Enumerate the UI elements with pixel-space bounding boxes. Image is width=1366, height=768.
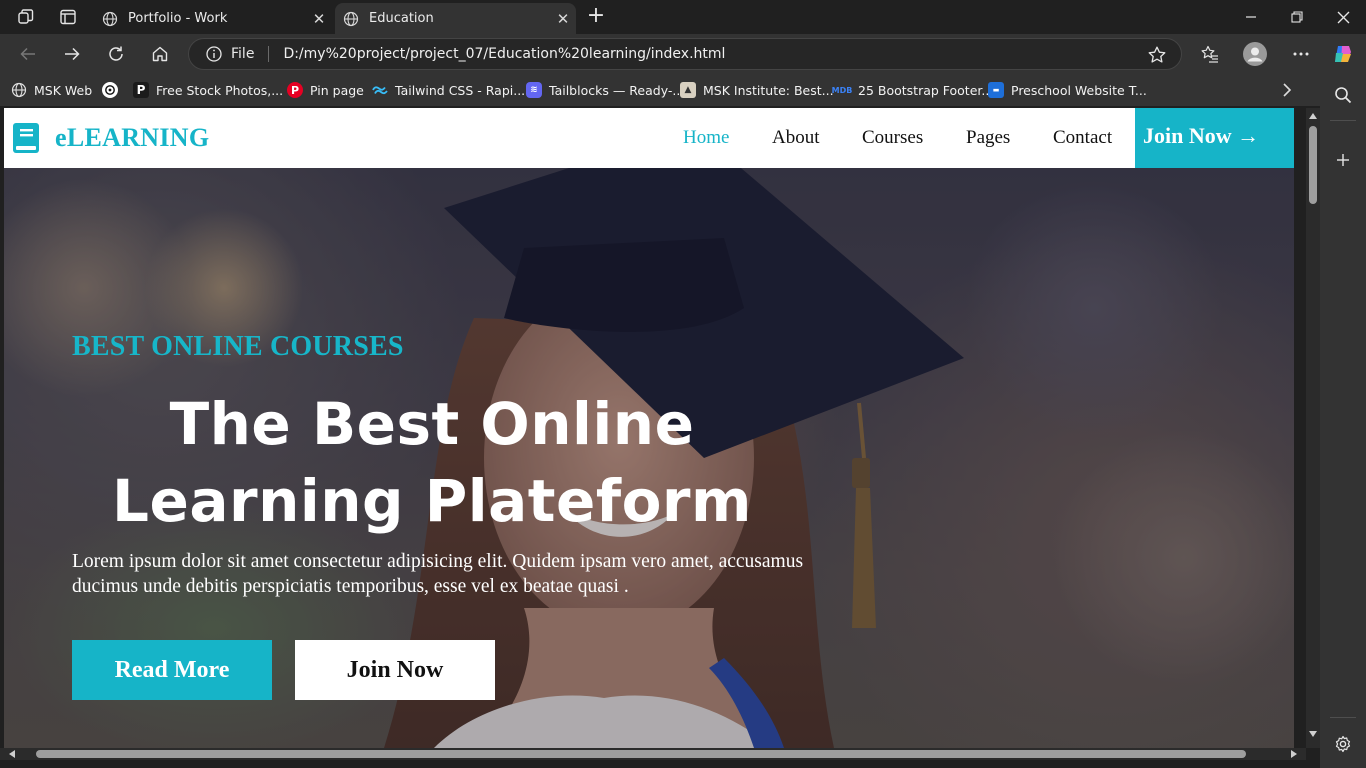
hero-title-line: Learning Plateform	[112, 467, 752, 535]
bookmark-label: MSK Institute: Best...	[703, 82, 834, 98]
profile-avatar[interactable]	[1243, 42, 1267, 66]
bookmark-tailwind[interactable]: Tailwind CSS - Rapi...	[372, 81, 525, 99]
scheme-label: File	[231, 46, 255, 62]
bookmark-msk-web[interactable]: MSK Web	[11, 81, 92, 99]
hero-title: The Best Online Learning Plateform	[72, 386, 792, 540]
divider	[1330, 717, 1356, 718]
tab-strip: Portfolio - Work ✕ Education ✕ +	[0, 0, 1366, 34]
bookmark-label: Preschool Website T...	[1011, 82, 1147, 98]
bookmark-bootstrap-footer[interactable]: MDB 25 Bootstrap Footer...	[831, 81, 994, 99]
scroll-left-icon[interactable]	[8, 750, 16, 758]
tab-title: Education	[369, 11, 434, 26]
scroll-right-icon[interactable]	[1290, 750, 1298, 758]
restore-button[interactable]	[1285, 5, 1309, 29]
browser-toolbar: File D:/my%20project/project_07/Educatio…	[0, 34, 1366, 74]
bookmark-label: Pin page	[310, 82, 364, 98]
search-icon[interactable]	[1332, 84, 1354, 106]
site-navbar: eLEARNING Home About Courses Pages Conta…	[4, 108, 1294, 168]
site-logo[interactable]: eLEARNING	[12, 121, 209, 155]
add-icon[interactable]	[1332, 149, 1354, 171]
bookmark-label: Tailwind CSS - Rapi...	[395, 82, 526, 98]
home-button[interactable]	[148, 42, 172, 66]
nav-about[interactable]: About	[772, 127, 820, 149]
preschool-icon: ▬	[988, 82, 1004, 98]
join-now-nav-button[interactable]: Join Now →	[1135, 108, 1294, 168]
globe-icon	[343, 11, 359, 26]
globe-icon	[102, 11, 118, 26]
close-tab-icon[interactable]: ✕	[552, 8, 574, 30]
window-bottom-edge	[0, 760, 1320, 768]
hero-description: Lorem ipsum dolor sit amet consectetur a…	[72, 551, 804, 597]
scroll-down-icon[interactable]	[1309, 730, 1317, 738]
tailwind-icon	[372, 82, 388, 98]
forward-button[interactable]	[60, 42, 84, 66]
info-icon[interactable]	[205, 45, 223, 63]
refresh-button[interactable]	[104, 42, 128, 66]
bookmark-free-stock-photos[interactable]: P Free Stock Photos,...	[133, 81, 283, 99]
bookmark-preschool[interactable]: ▬ Preschool Website T...	[988, 81, 1147, 99]
tab-title: Portfolio - Work	[128, 11, 228, 26]
scrollbar-thumb[interactable]	[1309, 126, 1317, 204]
globe-icon	[11, 82, 27, 98]
close-tab-icon[interactable]: ✕	[308, 8, 330, 30]
url-text[interactable]: D:/my%20project/project_07/Education%20l…	[283, 46, 725, 62]
mdb-icon: MDB	[831, 85, 853, 95]
pinterest-icon: P	[287, 82, 303, 98]
nav-courses[interactable]: Courses	[862, 127, 923, 149]
back-button[interactable]	[16, 42, 40, 66]
scrollbar-thumb[interactable]	[36, 750, 1246, 758]
close-window-button[interactable]	[1331, 5, 1355, 29]
minimize-button[interactable]	[1239, 5, 1263, 29]
read-more-button[interactable]: Read More	[72, 640, 272, 700]
bookmark-tailblocks[interactable]: ≋ Tailblocks — Ready-...	[526, 81, 684, 99]
divider	[268, 46, 270, 62]
favorite-star-icon[interactable]	[1147, 45, 1167, 65]
hero-section: BEST ONLINE COURSES The Best Online Lear…	[4, 168, 1294, 748]
more-options-icon[interactable]	[1289, 42, 1313, 66]
book-icon	[13, 123, 39, 153]
tab-actions-icon[interactable]	[57, 6, 79, 28]
nav-pages[interactable]: Pages	[966, 127, 1010, 149]
join-now-button[interactable]: Join Now	[295, 640, 495, 700]
bookmarks-bar: MSK Web P Free Stock Photos,... P Pin pa…	[0, 74, 1366, 106]
tab-education[interactable]: Education ✕	[335, 3, 576, 34]
chevron-right-icon[interactable]	[1278, 81, 1296, 99]
bookmark-label: Free Stock Photos,...	[156, 82, 284, 98]
brand-name: eLEARNING	[55, 123, 210, 152]
bookmark-label: Tailblocks — Ready-...	[549, 82, 685, 98]
tailblocks-icon: ≋	[526, 82, 542, 98]
scroll-up-icon[interactable]	[1309, 112, 1317, 120]
favorites-icon[interactable]	[1198, 42, 1222, 66]
msk-institute-icon: ▲	[680, 82, 696, 98]
page-viewport: eLEARNING Home About Courses Pages Conta…	[4, 108, 1294, 748]
vertical-scrollbar[interactable]	[1306, 108, 1320, 748]
hero-subtitle: BEST ONLINE COURSES	[72, 331, 404, 362]
tab-portfolio[interactable]: Portfolio - Work ✕	[94, 3, 332, 34]
address-bar[interactable]: File D:/my%20project/project_07/Educatio…	[188, 38, 1182, 70]
workspaces-icon[interactable]	[15, 6, 37, 28]
settings-gear-icon[interactable]	[1332, 733, 1354, 755]
nav-home[interactable]: Home	[683, 127, 729, 149]
bookmark-chatgpt[interactable]	[102, 81, 125, 99]
copilot-icon[interactable]	[1331, 42, 1355, 66]
bookmark-pin-page[interactable]: P Pin page	[287, 81, 364, 99]
bookmark-label: 25 Bootstrap Footer...	[858, 82, 994, 98]
pexels-icon: P	[133, 82, 149, 98]
bookmark-label: MSK Web	[34, 82, 93, 98]
bookmark-msk-institute[interactable]: ▲ MSK Institute: Best...	[680, 81, 834, 99]
sidebar-rail	[1320, 74, 1366, 768]
chatgpt-icon	[102, 82, 118, 98]
hero-title-line: The Best Online	[169, 390, 695, 458]
divider	[1330, 120, 1356, 121]
nav-contact[interactable]: Contact	[1053, 127, 1112, 149]
new-tab-button[interactable]: +	[584, 5, 608, 29]
horizontal-scrollbar[interactable]	[0, 748, 1306, 760]
